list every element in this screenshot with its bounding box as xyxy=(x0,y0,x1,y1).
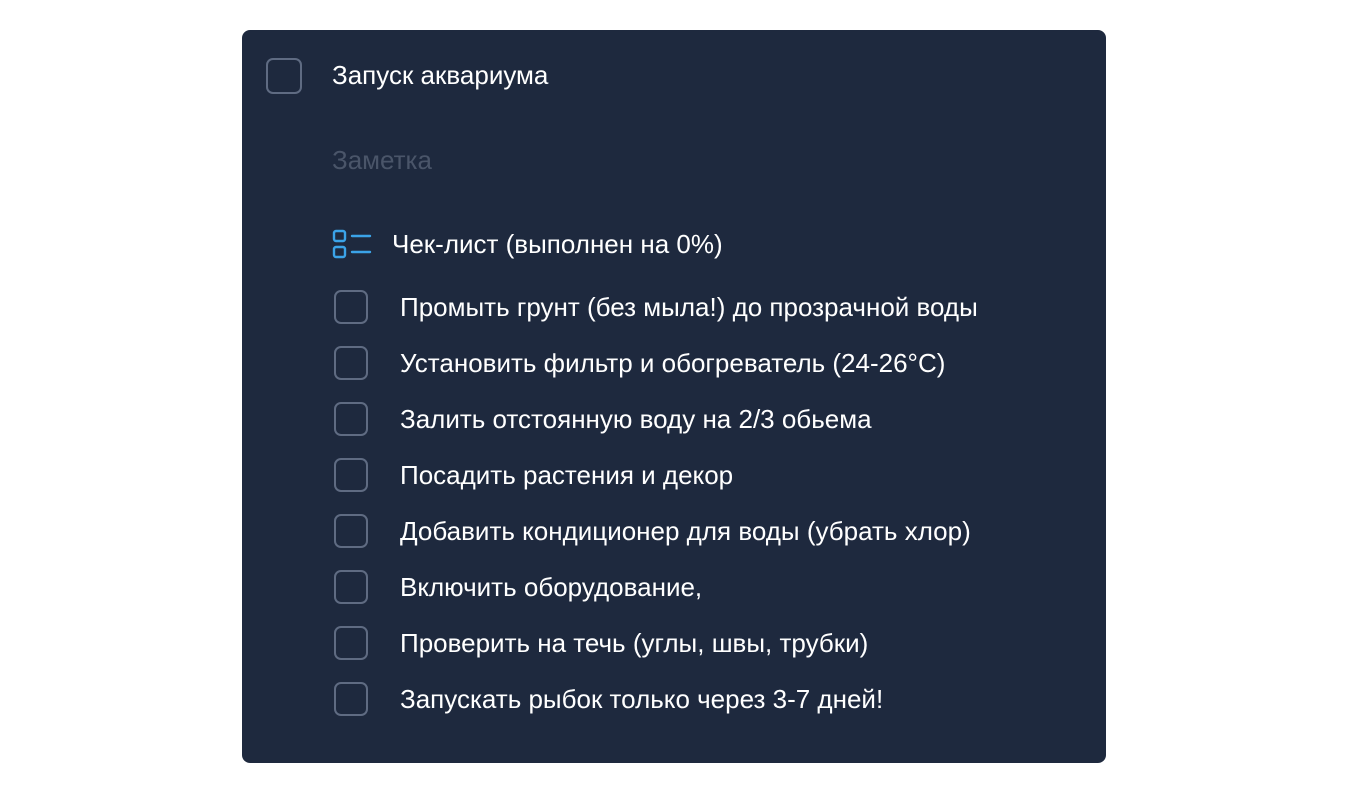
task-card: Запуск аквариума Заметка Чек-лист (выпол… xyxy=(242,30,1106,763)
checklist-item-checkbox[interactable] xyxy=(334,346,368,380)
checklist-icon xyxy=(332,227,372,261)
checklist-item-label[interactable]: Посадить растения и декор xyxy=(400,458,733,492)
checklist-item-checkbox[interactable] xyxy=(334,458,368,492)
checklist-item: Добавить кондиционер для воды (убрать хл… xyxy=(332,514,1092,570)
checklist-title: Чек-лист (выполнен на 0%) xyxy=(392,229,723,259)
checklist-item-checkbox[interactable] xyxy=(334,290,368,324)
note-field[interactable]: Заметка xyxy=(332,143,432,177)
checklist-item: Промыть грунт (без мыла!) до прозрачной … xyxy=(332,290,1092,346)
checklist-item-label[interactable]: Запускать рыбок только через 3-7 дней! xyxy=(400,682,883,716)
checklist-item: Проверить на течь (углы, швы, трубки) xyxy=(332,626,1092,682)
checklist-item-checkbox[interactable] xyxy=(334,570,368,604)
checklist-item-checkbox[interactable] xyxy=(334,626,368,660)
checklist-item-label[interactable]: Добавить кондиционер для воды (убрать хл… xyxy=(400,514,971,548)
checklist-item-checkbox[interactable] xyxy=(334,682,368,716)
checklist-item-label[interactable]: Включить оборудование, xyxy=(400,570,702,604)
checklist-item: Залить отстоянную воду на 2/3 обьема xyxy=(332,402,1092,458)
checklist-item-label[interactable]: Промыть грунт (без мыла!) до прозрачной … xyxy=(400,290,978,324)
checklist-header: Чек-лист (выполнен на 0%) xyxy=(332,227,723,261)
checklist-item: Запускать рыбок только через 3-7 дней! xyxy=(332,682,1092,738)
checklist-item-label[interactable]: Установить фильтр и обогреватель (24-26°… xyxy=(400,346,945,380)
checklist-item-label[interactable]: Проверить на течь (углы, швы, трубки) xyxy=(400,626,868,660)
checklist-item: Установить фильтр и обогреватель (24-26°… xyxy=(332,346,1092,402)
task-title[interactable]: Запуск аквариума xyxy=(332,58,548,92)
task-complete-checkbox[interactable] xyxy=(266,58,302,94)
checklist-item-checkbox[interactable] xyxy=(334,402,368,436)
checklist-item-checkbox[interactable] xyxy=(334,514,368,548)
checklist-items: Промыть грунт (без мыла!) до прозрачной … xyxy=(332,290,1092,738)
checklist-item: Посадить растения и декор xyxy=(332,458,1092,514)
checklist-item-label[interactable]: Залить отстоянную воду на 2/3 обьема xyxy=(400,402,872,436)
checklist-item: Включить оборудование, xyxy=(332,570,1092,626)
